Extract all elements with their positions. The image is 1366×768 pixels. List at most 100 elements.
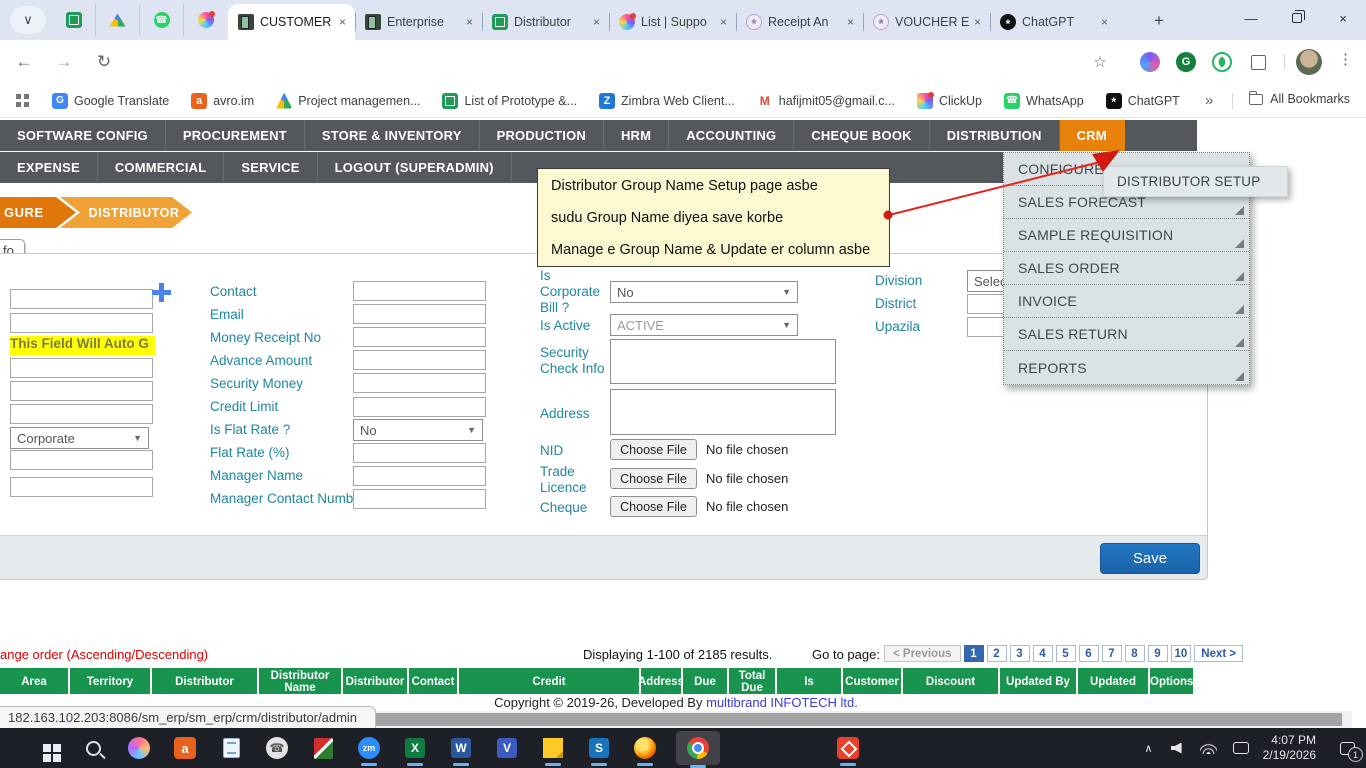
field-a3-input[interactable] bbox=[10, 358, 153, 378]
taskbar-media-icon[interactable] bbox=[300, 728, 346, 768]
crm-menu-item[interactable]: SALES RETURN bbox=[1004, 318, 1249, 351]
next-page-button[interactable]: Next > bbox=[1194, 645, 1244, 662]
tray-chevron-icon[interactable]: ∧ bbox=[1145, 742, 1153, 755]
tab-close-icon[interactable]: × bbox=[717, 15, 730, 29]
table-column-header[interactable]: Credit bbox=[459, 668, 639, 695]
bookmark-chatgpt[interactable]: ChatGPT bbox=[1105, 92, 1180, 109]
field-a6-input[interactable] bbox=[10, 450, 153, 470]
menu-item[interactable]: EXPENSE bbox=[0, 152, 98, 183]
taskbar-notepad-icon[interactable] bbox=[208, 728, 254, 768]
tab-close-icon[interactable]: × bbox=[463, 15, 476, 29]
trade-choose-file-button[interactable]: Choose File bbox=[610, 468, 697, 489]
table-column-header[interactable]: Contact bbox=[409, 668, 457, 695]
field-a2-input[interactable] bbox=[10, 313, 153, 333]
cheque-choose-file-button[interactable]: Choose File bbox=[610, 496, 697, 517]
corporate-bill-select[interactable]: No ▼ bbox=[610, 281, 798, 303]
leaf-extension-icon[interactable] bbox=[1212, 52, 1232, 72]
manager-name-input[interactable] bbox=[353, 466, 486, 486]
table-column-header[interactable]: Distributor bbox=[152, 668, 257, 695]
tab-close-icon[interactable]: × bbox=[590, 15, 603, 29]
taskbar-avro-icon[interactable] bbox=[162, 728, 208, 768]
advance-amount-input[interactable] bbox=[353, 350, 486, 370]
tab-voucher[interactable]: VOUCHER E × bbox=[863, 4, 990, 40]
bookmarks-overflow-chevron[interactable]: » bbox=[1205, 92, 1213, 109]
crm-menu-item[interactable]: INVOICE bbox=[1004, 285, 1249, 318]
pinned-tab-drive[interactable] bbox=[96, 4, 140, 36]
tab-close-icon[interactable]: × bbox=[971, 15, 984, 29]
tab-distributor[interactable]: Distributor × bbox=[482, 4, 609, 40]
email-input[interactable] bbox=[353, 304, 486, 324]
bookmark-zimbra[interactable]: Zimbra Web Client... bbox=[599, 92, 735, 109]
apps-grid-icon[interactable] bbox=[16, 93, 30, 108]
minimize-button[interactable]: — bbox=[1228, 0, 1274, 36]
table-column-header[interactable]: Options bbox=[1150, 668, 1194, 695]
bookmark-prototype-list[interactable]: List of Prototype &... bbox=[442, 92, 577, 109]
tab-search-chevron-icon[interactable]: ∨ bbox=[10, 6, 46, 34]
menu-item[interactable]: PRODUCTION bbox=[480, 120, 604, 151]
contact-input[interactable] bbox=[353, 281, 486, 301]
table-column-header[interactable]: Area bbox=[0, 668, 68, 695]
tab-chatgpt[interactable]: ChatGPT × bbox=[990, 4, 1117, 40]
menu-item[interactable]: LOGOUT (SUPERADMIN) bbox=[318, 152, 512, 183]
menu-item[interactable]: CRM bbox=[1059, 120, 1125, 151]
pinned-tab-whatsapp[interactable] bbox=[140, 4, 184, 36]
flat-rate-pct-input[interactable] bbox=[353, 443, 486, 463]
address-textarea[interactable] bbox=[610, 389, 836, 435]
notification-center-icon[interactable]: 1 bbox=[1328, 728, 1366, 768]
money-receipt-input[interactable] bbox=[353, 327, 486, 347]
new-tab-button[interactable]: + bbox=[1145, 8, 1173, 34]
page-number-button[interactable]: 8 bbox=[1124, 645, 1145, 662]
table-column-header[interactable]: Address bbox=[638, 668, 684, 695]
taskbar-search-icon[interactable] bbox=[70, 728, 116, 768]
page-number-button[interactable]: 4 bbox=[1032, 645, 1053, 662]
bookmark-google-translate[interactable]: Google Translate bbox=[52, 92, 169, 109]
credit-limit-input[interactable] bbox=[353, 397, 486, 417]
page-number-button[interactable]: 2 bbox=[986, 645, 1007, 662]
tab-list-support[interactable]: List | Suppo × bbox=[609, 4, 736, 40]
bookmark-project-management[interactable]: Project managemen... bbox=[276, 92, 420, 109]
horizontal-scrollbar-thumb[interactable] bbox=[230, 713, 1342, 726]
taskbar-chrome-icon[interactable] bbox=[676, 731, 720, 768]
field-a1-input[interactable] bbox=[10, 289, 153, 309]
company-link[interactable]: multibrand INFOTECH ltd. bbox=[706, 695, 858, 710]
menu-item[interactable]: HRM bbox=[604, 120, 670, 151]
menu-item[interactable]: SOFTWARE CONFIG bbox=[0, 120, 166, 151]
bookmark-gmail[interactable]: hafijmit05@gmail.c... bbox=[756, 92, 895, 109]
breadcrumb-configure[interactable]: GURE bbox=[0, 197, 76, 228]
menu-item[interactable]: DISTRIBUTION bbox=[930, 120, 1060, 151]
cast-icon[interactable] bbox=[1232, 742, 1249, 754]
security-money-input[interactable] bbox=[353, 373, 486, 393]
taskbar-word-icon[interactable] bbox=[438, 728, 484, 768]
crm-submenu-distributor-setup[interactable]: DISTRIBUTOR SETUP bbox=[1103, 166, 1288, 197]
crm-menu-item[interactable]: SALES ORDER bbox=[1004, 252, 1249, 285]
all-bookmarks-button[interactable]: All Bookmarks bbox=[1249, 90, 1350, 106]
taskbar-copilot-icon[interactable] bbox=[116, 728, 162, 768]
tab-close-icon[interactable]: × bbox=[844, 15, 857, 29]
menu-item[interactable]: COMMERCIAL bbox=[98, 152, 225, 183]
add-plus-icon[interactable] bbox=[152, 283, 171, 302]
page-number-button[interactable]: 6 bbox=[1078, 645, 1099, 662]
taskbar-red-app-icon[interactable] bbox=[825, 728, 871, 768]
table-column-header[interactable]: Distributor bbox=[343, 668, 407, 695]
menu-item[interactable]: PROCUREMENT bbox=[166, 120, 305, 151]
tab-enterprise[interactable]: Enterprise × bbox=[355, 4, 482, 40]
forward-button[interactable]: → bbox=[52, 50, 76, 74]
save-button[interactable]: Save bbox=[1100, 543, 1200, 574]
bookmark-clickup[interactable]: ClickUp bbox=[916, 91, 982, 109]
bookmark-avro[interactable]: avro.im bbox=[191, 92, 254, 109]
extension-icon[interactable] bbox=[1140, 52, 1160, 72]
profile-avatar[interactable] bbox=[1296, 49, 1322, 75]
table-column-header[interactable]: Territory bbox=[70, 668, 150, 695]
field-a4-input[interactable] bbox=[10, 381, 153, 401]
taskbar-excel-icon[interactable] bbox=[392, 728, 438, 768]
menu-item[interactable]: CHEQUE BOOK bbox=[794, 120, 930, 151]
close-button[interactable]: × bbox=[1320, 0, 1366, 36]
tab-receipt[interactable]: Receipt An × bbox=[736, 4, 863, 40]
manager-contact-input[interactable] bbox=[353, 489, 486, 509]
taskbar-whatsapp-icon[interactable] bbox=[254, 728, 300, 768]
pinned-tab-clickup[interactable] bbox=[184, 4, 228, 36]
table-column-header[interactable]: Due bbox=[683, 668, 727, 695]
nid-choose-file-button[interactable]: Choose File bbox=[610, 439, 697, 460]
bookmark-whatsapp[interactable]: WhatsApp bbox=[1004, 92, 1084, 109]
corporate-select[interactable]: Corporate ▼ bbox=[10, 427, 149, 449]
